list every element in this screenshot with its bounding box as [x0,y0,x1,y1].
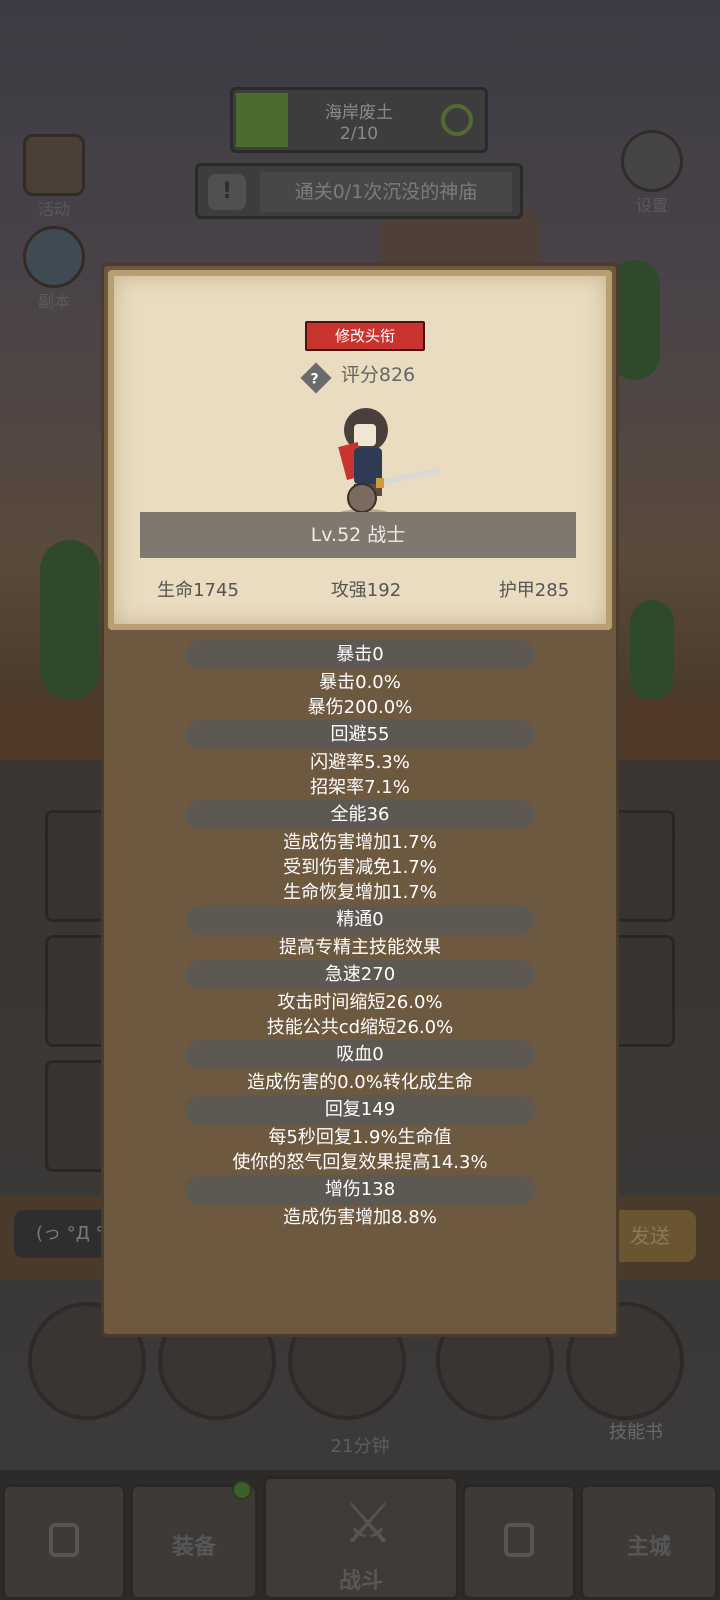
chest-timer: 21分钟 [330,1436,390,1457]
nav-tab-battle[interactable]: ⚔ 战斗 [263,1476,459,1600]
stat-detail-line: 攻击时间缩短26.0% [277,992,443,1013]
settings-label: 设置 [635,196,668,215]
hp-stat: 生命1745 [157,580,239,601]
nav-tab-main-city[interactable]: 主城 [580,1484,718,1600]
stat-detail-line: 提高专精主技能效果 [279,937,441,958]
activity-label: 活动 [37,200,70,219]
activity-icon [23,134,85,196]
background-cactus [40,540,100,700]
refresh-icon[interactable] [441,104,473,136]
activity-button[interactable]: 活动 [12,134,96,220]
stat-detail-line: 造成伤害增加8.8% [283,1207,437,1228]
nav-tab-equipment[interactable]: 装备 [130,1484,258,1600]
stat-detail-line: 闪避率5.3% [310,752,410,773]
background-cactus [630,600,674,700]
nav-tab-battle-label: 战斗 [338,1569,383,1594]
character-card: 修改头衔 ? 评分826 Lv.52 战士 生命1745 攻强192 护甲285 [108,270,612,630]
stat-detail-line: 生命恢复增加1.7% [283,882,437,903]
stat-header: 全能36 [185,800,535,830]
alert-icon: ! [208,174,246,210]
dungeon-label: 副本 [37,292,70,311]
skill-book-label: 技能书 [609,1422,663,1443]
stat-header: 精通0 [185,905,535,935]
lock-icon [504,1523,534,1557]
dungeon-icon [23,226,85,288]
stat-header: 吸血0 [185,1040,535,1070]
stat-detail-line: 使你的怒气回复效果提高14.3% [232,1152,488,1173]
main-stats-row: 生命1745 攻强192 护甲285 [114,576,606,606]
nav-tab-main-city-label: 主城 [626,1535,671,1560]
help-icon[interactable]: ? [300,362,332,394]
nav-tab-equipment-label: 装备 [171,1535,216,1560]
crossed-swords-icon: ⚔ [342,1491,394,1556]
quest-text: 通关0/1次沉没的神庙 [260,172,512,212]
stage-progress-box[interactable]: 海岸废土 2/10 [230,87,488,153]
stat-header: 急速270 [185,960,535,990]
stat-header: 增伤138 [185,1175,535,1205]
notification-badge [232,1480,252,1500]
character-stats-modal: 修改头衔 ? 评分826 Lv.52 战士 生命1745 攻强192 护甲285 … [101,263,619,1337]
stat-detail-line: 技能公共cd缩短26.0% [266,1017,454,1038]
stat-detail-line: 暴伤200.0% [307,697,413,718]
attack-stat: 攻强192 [330,580,402,601]
secondary-stats-list: 暴击0 暴击0.0% 暴伤200.0% 回避55 闪避率5.3% 招架率7.1% 全能36 造… [104,640,616,1230]
nav-tab-locked[interactable] [2,1484,126,1600]
lock-icon [49,1523,79,1557]
stat-header: 回避55 [185,720,535,750]
level-class-banner: Lv.52 战士 [140,512,576,558]
stat-detail-line: 招架率7.1% [310,777,410,798]
stat-detail-line: 暴击0.0% [319,672,401,693]
quest-box[interactable]: ! 通关0/1次沉没的神庙 [195,163,523,219]
gear-icon [621,130,683,192]
armor-stat: 护甲285 [498,580,570,601]
warrior-avatar [338,408,440,519]
stat-detail-line: 受到伤害减免1.7% [283,857,437,878]
nav-tab-locked[interactable] [462,1484,576,1600]
stat-header: 回复149 [185,1095,535,1125]
dungeon-button[interactable]: 副本 [12,226,96,312]
stat-detail-line: 造成伤害的0.0%转化成生命 [247,1072,473,1093]
settings-button[interactable]: 设置 [610,130,694,216]
score-row: ? 评分826 [114,360,606,394]
rename-title-button[interactable]: 修改头衔 [305,321,425,351]
score-value: 评分826 [340,364,416,386]
stat-detail-line: 每5秒回复1.9%生命值 [268,1127,452,1148]
stat-header: 暴击0 [185,640,535,670]
stat-detail-line: 造成伤害增加1.7% [283,832,437,853]
